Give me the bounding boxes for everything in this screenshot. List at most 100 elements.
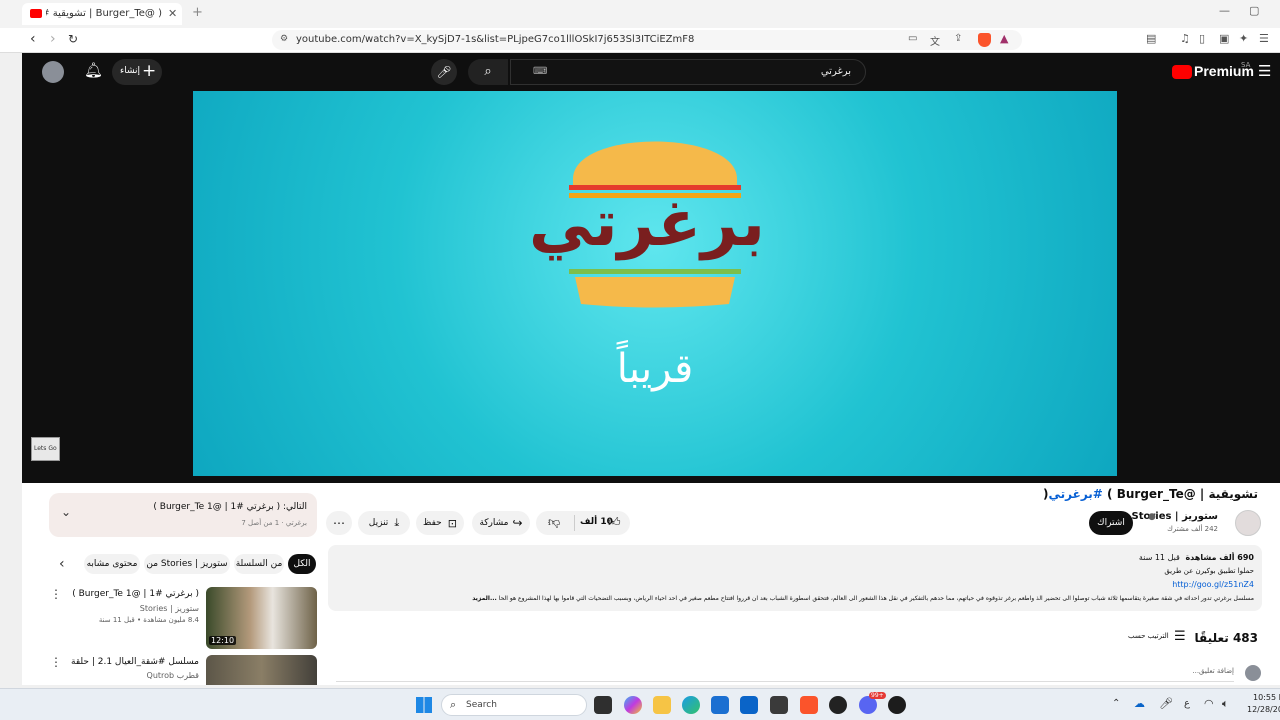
share-button[interactable]: مشاركة ↪: [472, 511, 530, 535]
chevron-down-icon[interactable]: ⌄: [61, 505, 71, 519]
taskbar-date[interactable]: 12/28/20: [1247, 705, 1280, 714]
copilot-icon[interactable]: [624, 696, 642, 714]
chips-prev-icon[interactable]: ‹: [59, 556, 65, 572]
brave-shield-icon[interactable]: [978, 33, 991, 47]
wifi-icon[interactable]: ◠: [1204, 697, 1214, 710]
show-more-link[interactable]: ...المزيد: [472, 595, 497, 602]
outlook-icon[interactable]: [740, 696, 758, 714]
chip-channel[interactable]: من Stories | ستوريز: [144, 554, 230, 574]
url-field[interactable]: ⚙ youtube.com/watch?v=X_kySjD7-1s&list=P…: [272, 30, 1022, 50]
brave-rewards-icon[interactable]: ▲: [1000, 32, 1008, 45]
tray-chevron-icon[interactable]: ⌃: [1112, 698, 1120, 709]
subscribe-button[interactable]: اشتراك: [1089, 511, 1133, 535]
share-page-icon[interactable]: ⇪: [954, 33, 962, 44]
microphone-icon[interactable]: 🎤︎: [1159, 697, 1173, 710]
file-explorer-icon[interactable]: [653, 696, 671, 714]
like-divider: [574, 515, 575, 531]
windows-start-icon[interactable]: [416, 697, 432, 713]
obs-icon[interactable]: [888, 696, 906, 714]
media-icon[interactable]: ♫: [1180, 32, 1190, 45]
description-box[interactable]: 690 ألف مشاهدة قبل 11 سنة حملوا تطبيق بو…: [328, 545, 1262, 611]
browser-tab[interactable]: ( @Burger_Te | تشويقية #برغرتي ✕: [22, 3, 182, 25]
channel-name[interactable]: ستوريز | Stories: [1132, 511, 1219, 522]
back-icon[interactable]: ‹: [30, 31, 36, 47]
add-comment-placeholder[interactable]: إضافة تعليق...: [1192, 667, 1234, 675]
comments-count: 483 تعليقًا: [1194, 631, 1258, 645]
video-frame[interactable]: برغرتي قريباً: [193, 91, 1117, 476]
translate-icon[interactable]: 文: [930, 33, 940, 48]
language-indicator[interactable]: ع: [1184, 698, 1190, 709]
notifications-icon[interactable]: 🔔︎: [84, 61, 103, 79]
site-info-icon[interactable]: ⚙: [280, 34, 288, 44]
like-button[interactable]: 👍︎: [608, 515, 621, 530]
related-title[interactable]: ( برغرتي #1 | @Burger_Te 1 ): [72, 589, 199, 599]
related-title[interactable]: مسلسل #شقة_العيال 2.1 | حلقة: [71, 657, 199, 667]
search-value: برغرتي: [820, 66, 851, 77]
tab-close-icon[interactable]: ✕: [168, 7, 177, 20]
share-icon: ↪: [512, 516, 523, 530]
logo-text: برغرتي: [528, 187, 765, 261]
youtube-logo-icon[interactable]: [1172, 65, 1192, 79]
burger-bottom-bun: [575, 277, 735, 308]
app-icon[interactable]: [770, 696, 788, 714]
duration-text: 12:10: [211, 636, 235, 645]
avatar[interactable]: [42, 61, 64, 83]
wallet-icon[interactable]: ▣: [1219, 32, 1229, 45]
related-thumbnail[interactable]: 12:10: [206, 587, 317, 649]
chatgpt-icon[interactable]: [829, 696, 847, 714]
address-bar: ‹ › ↻ ☐ ⚙ youtube.com/watch?v=X_kySjD7-1…: [0, 28, 1280, 53]
edge-icon[interactable]: [682, 696, 700, 714]
onedrive-icon[interactable]: ☁: [1134, 697, 1145, 710]
channel-watermark[interactable]: Lets Go: [31, 437, 60, 461]
playlist-next-label: التالي: ( برغرتي #1 | @Burger_Te 1 ): [153, 502, 307, 512]
title-prefix: تشويقية | @Burger_Te ): [1102, 487, 1258, 501]
related-thumbnail[interactable]: [206, 655, 317, 685]
search-input[interactable]: ⌨ برغرتي: [510, 59, 866, 85]
taskbar-time[interactable]: 10:55 P: [1253, 693, 1280, 702]
sidebar-icon[interactable]: ▯: [1199, 32, 1205, 45]
download-label: تنزيل: [368, 518, 389, 528]
search-icon[interactable]: ⌕: [468, 59, 508, 85]
related-meta: 8.4 مليون مشاهدة • قبل 11 سنة: [98, 616, 199, 624]
create-button[interactable]: إنشاء +: [112, 59, 162, 85]
region-label: SA: [1241, 61, 1251, 69]
related-channel[interactable]: قطرب Qutrob: [147, 671, 199, 680]
minimize-icon[interactable]: —: [1219, 4, 1230, 17]
chip-related[interactable]: محتوى مشابه: [84, 554, 140, 574]
related-channel[interactable]: ستوريز | Stories: [140, 604, 199, 613]
youtube-favicon-icon: [30, 9, 42, 18]
task-view-icon[interactable]: [594, 696, 612, 714]
maximize-icon[interactable]: ▢: [1249, 4, 1259, 17]
sort-label[interactable]: الترتيب حسب: [1128, 632, 1169, 640]
description-link[interactable]: http://goo.gl/z51nZ4: [1172, 580, 1254, 589]
menu-icon[interactable]: ☰: [1259, 32, 1269, 45]
reload-icon[interactable]: ↻: [68, 32, 78, 46]
title-hashtag[interactable]: #برغرتي: [1049, 487, 1103, 501]
cast-icon[interactable]: ▭: [908, 33, 917, 44]
save-button[interactable]: حفظ ⊡: [416, 511, 464, 535]
playlist-panel[interactable]: ⌄ التالي: ( برغرتي #1 | @Burger_Te 1 ) ب…: [49, 493, 317, 537]
extensions-icon[interactable]: ✦: [1239, 32, 1248, 45]
keyboard-icon[interactable]: ⌨: [533, 66, 547, 77]
new-tab-icon[interactable]: +: [192, 5, 203, 20]
download-button[interactable]: تنزيل ⤓: [358, 511, 410, 535]
forward-icon[interactable]: ›: [50, 31, 56, 47]
view-count: 690 ألف مشاهدة: [1185, 553, 1254, 562]
channel-avatar[interactable]: [1235, 510, 1261, 536]
brave-icon[interactable]: [800, 696, 818, 714]
dislike-button[interactable]: 👎︎: [548, 515, 560, 530]
sort-icon[interactable]: ☰: [1174, 629, 1186, 644]
store-icon[interactable]: [711, 696, 729, 714]
taskbar-search-icon: ⌕: [450, 698, 457, 711]
video-caption: قريباً: [616, 346, 694, 392]
reader-icon[interactable]: ▤: [1146, 32, 1156, 45]
more-options-icon[interactable]: ⋮: [50, 587, 62, 601]
chip-series[interactable]: من السلسلة: [234, 554, 284, 574]
taskbar-search[interactable]: ⌕ Search: [441, 694, 587, 716]
more-options-icon[interactable]: ⋮: [50, 655, 62, 669]
chip-all[interactable]: الكل: [288, 554, 316, 574]
voice-search-icon[interactable]: 🎤︎: [431, 59, 457, 85]
more-actions-button[interactable]: ⋯: [326, 511, 352, 535]
volume-icon[interactable]: 🔈︎: [1222, 697, 1229, 711]
guide-menu-icon[interactable]: ☰: [1258, 62, 1271, 80]
